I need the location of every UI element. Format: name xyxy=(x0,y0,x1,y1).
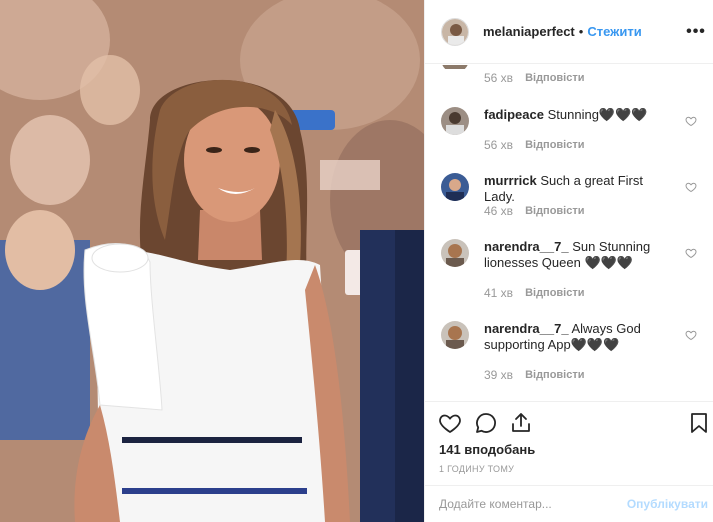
comment-time: 46 хв xyxy=(484,204,514,218)
photo-illustration xyxy=(0,0,424,522)
add-comment-bar: Опублікувати xyxy=(425,485,713,522)
commenter-avatar[interactable] xyxy=(441,107,469,135)
reply-button[interactable]: Відповісти xyxy=(525,205,584,217)
commenter-username[interactable]: narendra__7_ xyxy=(484,239,569,254)
comment-body: murrrick Such a great First Lady. xyxy=(484,173,674,205)
author-username[interactable]: melaniaperfect xyxy=(483,24,575,39)
comment-like-heart-icon[interactable] xyxy=(685,181,697,193)
comment-time: 39 хв xyxy=(484,368,514,382)
comment-body: narendra__7_ Always God supporting App🖤🖤… xyxy=(484,321,674,353)
more-horizontal-icon[interactable]: ••• xyxy=(686,22,706,42)
share-icon[interactable] xyxy=(509,411,533,435)
reply-button[interactable]: Відповісти xyxy=(525,369,584,381)
reply-button[interactable]: Відповісти xyxy=(525,72,584,84)
comment-meta: 56 хв Відповісти xyxy=(484,71,684,85)
commenter-username[interactable]: murrrick xyxy=(484,173,537,188)
post-side-panel: melaniaperfect • Стежити ••• 56 хв Відпо… xyxy=(424,0,713,522)
commenter-username[interactable]: narendra__7_ xyxy=(484,321,569,336)
comment-avatar-partial xyxy=(441,65,469,69)
post-actions: 141 вподобань 1 ГОДИНУ ТОМУ xyxy=(425,401,713,485)
comment-meta: 39 хв Відповісти xyxy=(484,368,585,382)
follow-button[interactable]: Стежити xyxy=(587,24,641,39)
comment-time: 56 хв xyxy=(484,71,514,85)
comments-list[interactable]: 56 хв Відповісти fadipeace Stunning🖤🖤🖤 5… xyxy=(425,65,713,400)
post-photo[interactable] xyxy=(0,0,424,522)
comment-time: 41 хв xyxy=(484,286,514,300)
comment-like-heart-icon[interactable] xyxy=(685,247,697,259)
commenter-username[interactable]: fadipeace xyxy=(484,107,544,122)
reply-button[interactable]: Відповісти xyxy=(525,287,584,299)
comment-text: Stunning🖤🖤🖤 xyxy=(547,107,648,122)
comment-like-heart-icon[interactable] xyxy=(685,329,697,341)
reply-button[interactable]: Відповісти xyxy=(525,139,584,151)
comment-icon[interactable] xyxy=(474,411,498,435)
commenter-avatar[interactable] xyxy=(441,239,469,267)
comment-body: narendra__7_ Sun Stunning lionesses Quee… xyxy=(484,239,674,271)
comment-meta: 56 хв Відповісти xyxy=(484,138,585,152)
instagram-post-view: melaniaperfect • Стежити ••• 56 хв Відпо… xyxy=(0,0,713,522)
likes-count[interactable]: 141 вподобань xyxy=(439,442,535,457)
comment-body: fadipeace Stunning🖤🖤🖤 xyxy=(484,107,674,123)
header-separator: • xyxy=(578,24,584,39)
commenter-avatar[interactable] xyxy=(441,321,469,349)
bookmark-icon[interactable] xyxy=(687,411,711,435)
post-header: melaniaperfect • Стежити ••• xyxy=(425,0,713,64)
comment-time: 56 хв xyxy=(484,138,514,152)
comment-meta: 41 хв Відповісти xyxy=(484,286,585,300)
publish-button[interactable]: Опублікувати xyxy=(627,497,708,511)
commenter-avatar[interactable] xyxy=(441,173,469,201)
heart-icon[interactable] xyxy=(438,411,462,435)
comment-input[interactable] xyxy=(439,495,619,513)
comment-meta: 46 хв Відповісти xyxy=(484,204,585,218)
author-avatar[interactable] xyxy=(441,17,469,46)
posted-time: 1 ГОДИНУ ТОМУ xyxy=(439,464,515,474)
comment-like-heart-icon[interactable] xyxy=(685,115,697,127)
